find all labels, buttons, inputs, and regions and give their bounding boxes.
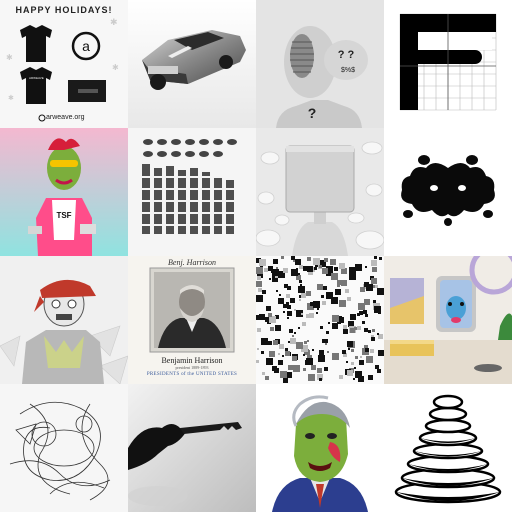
mystery-head-image: ? ? $%$ ? xyxy=(256,0,384,128)
zombie-portrait-image xyxy=(256,384,384,512)
svg-text:$%$: $%$ xyxy=(341,67,355,74)
tile-pixel-noise[interactable] xyxy=(256,256,384,384)
shirt-text: ARWEAVE xyxy=(29,76,44,80)
holiday-title: HAPPY HOLIDAYS! xyxy=(15,5,113,15)
pixel-noise-image xyxy=(256,256,384,384)
letter-f-image xyxy=(384,0,512,128)
svg-text:✱: ✱ xyxy=(6,53,13,62)
holiday-logo-letter: a xyxy=(82,38,90,54)
3d-room-image xyxy=(384,256,512,384)
svg-text:✱: ✱ xyxy=(112,63,119,72)
key-hand-image xyxy=(128,384,256,512)
tile-mystery-head[interactable]: ? ? $%$ ? xyxy=(256,0,384,128)
president-years: president 1889-1893 xyxy=(175,365,209,370)
inkblot-image xyxy=(384,128,512,256)
president-series-title: PRESIDENTS of the UNITED STATES xyxy=(146,372,238,377)
svg-text:✱: ✱ xyxy=(8,94,14,102)
alien-punk-image: TSF xyxy=(0,128,128,256)
tile-hand-gestures[interactable] xyxy=(128,128,256,256)
holiday-merch-image: a ✱ ✱ ✱ ✱ xyxy=(0,0,128,128)
president-signature: Benj. Harrison xyxy=(168,258,216,267)
tile-alien-punk[interactable]: TSF xyxy=(0,128,128,256)
holiday-site-url[interactable]: arweave.org xyxy=(46,114,85,121)
svg-text:✱: ✱ xyxy=(110,17,118,27)
president-name: Benjamin Harrison xyxy=(161,356,223,365)
tile-zombie-portrait[interactable] xyxy=(256,384,384,512)
tile-key-hand[interactable] xyxy=(128,384,256,512)
vintage-car-image xyxy=(128,0,256,128)
tile-letter-f[interactable] xyxy=(384,0,512,128)
alien-shirt-text: TSF xyxy=(56,211,71,220)
tile-vintage-car[interactable] xyxy=(128,0,256,128)
svg-text:?: ? xyxy=(308,105,317,121)
tile-president-portrait[interactable]: Benj. Harrison Benjamin Harrison preside… xyxy=(128,256,256,384)
sketch-image xyxy=(0,384,128,512)
tile-sketch[interactable] xyxy=(0,384,128,512)
tile-holiday-merch[interactable]: a ✱ ✱ ✱ ✱ HAPPY HOLIDAYS! ARWEAVE arweav… xyxy=(0,0,128,128)
mystery-question-marks: ? ? xyxy=(338,49,355,61)
tile-3d-room[interactable] xyxy=(384,256,512,384)
hand-gestures-image xyxy=(128,128,256,256)
robot-pirate-image xyxy=(0,256,128,384)
tile-robot-pirate[interactable] xyxy=(0,256,128,384)
tile-stacked-stones[interactable] xyxy=(384,384,512,512)
tile-cube-head[interactable] xyxy=(256,128,384,256)
tile-inkblot[interactable] xyxy=(384,128,512,256)
cube-head-image xyxy=(256,128,384,256)
nft-gallery-grid: a ✱ ✱ ✱ ✱ HAPPY HOLIDAYS! ARWEAVE arweav… xyxy=(0,0,512,512)
stacked-stones-image xyxy=(384,384,512,512)
